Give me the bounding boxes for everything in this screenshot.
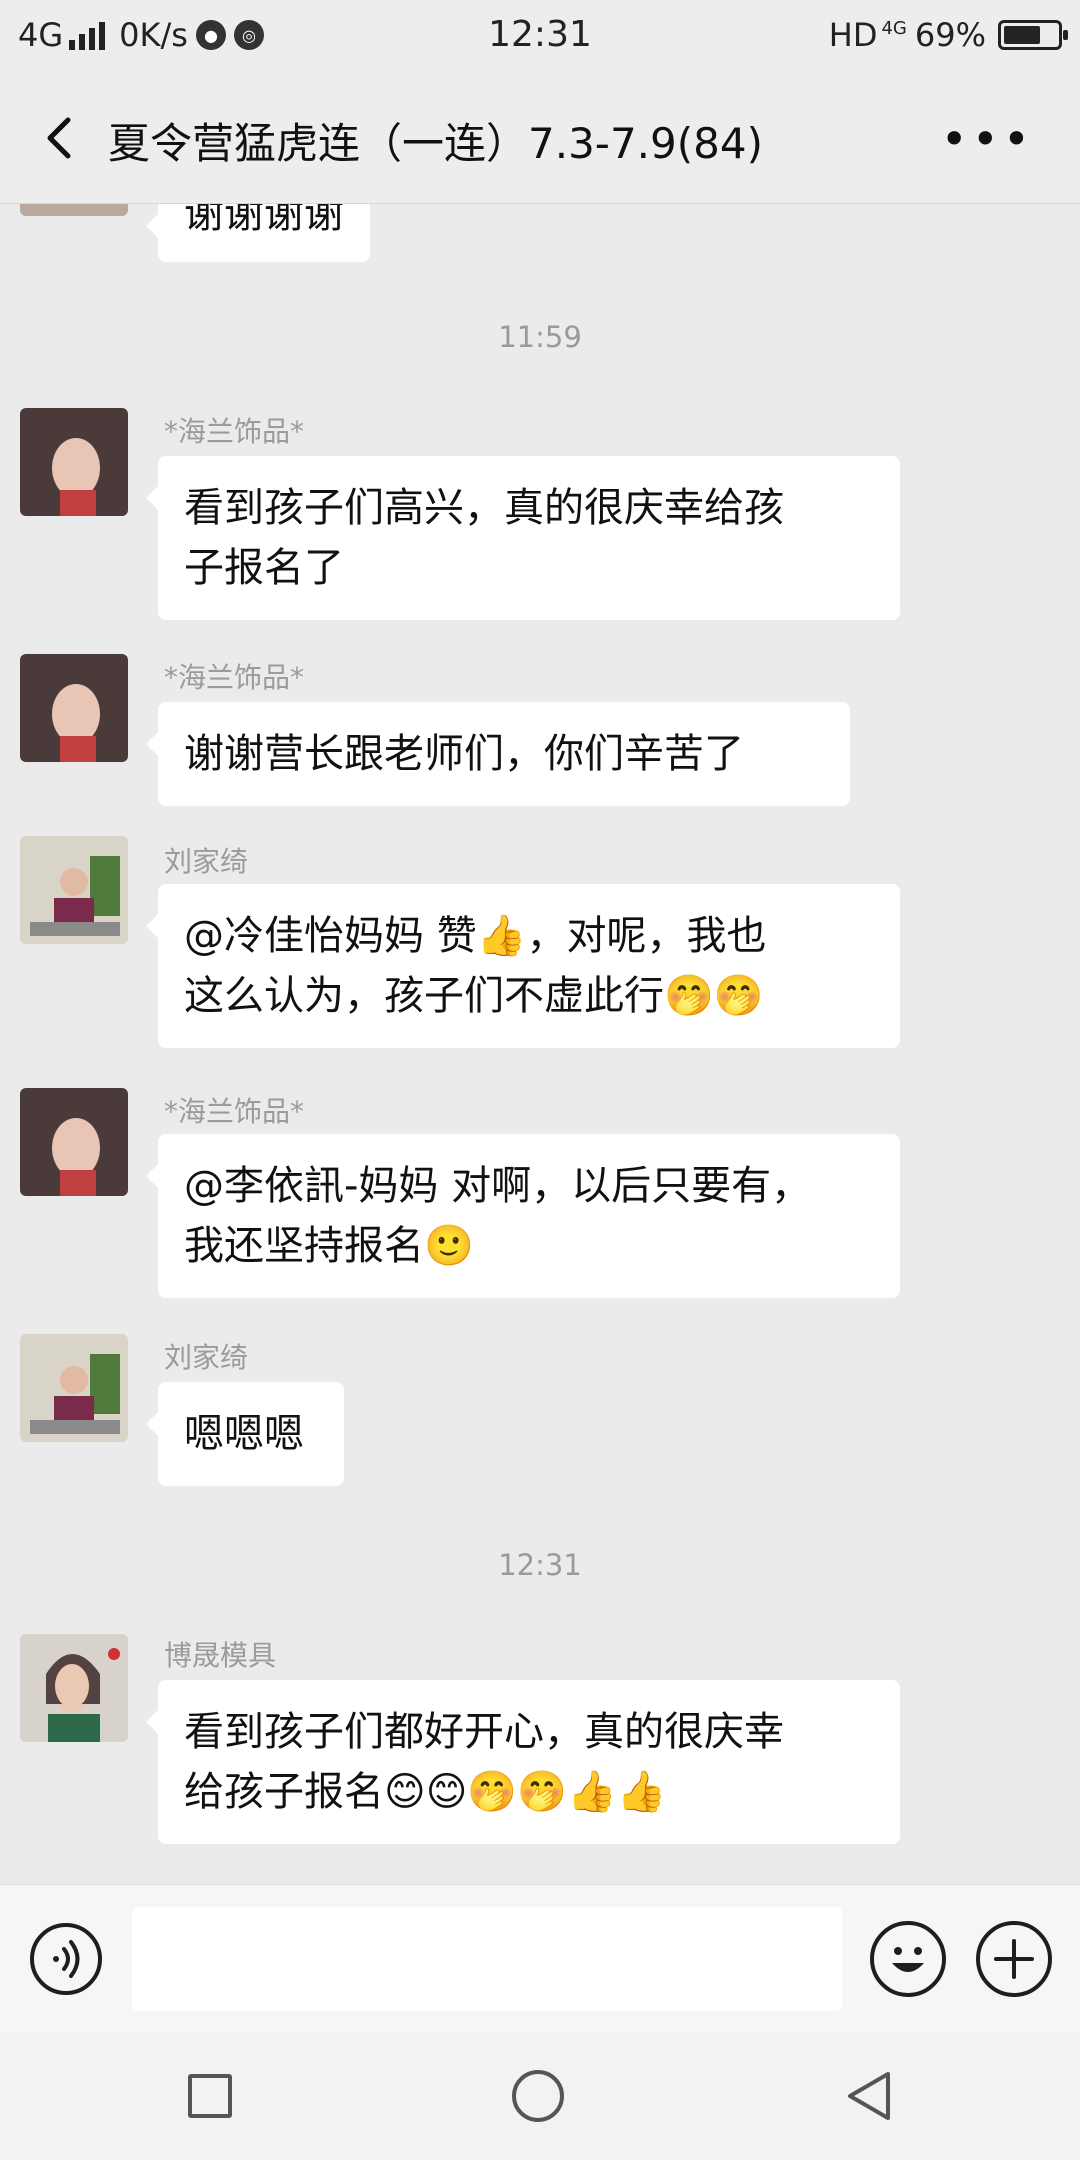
avatar[interactable] (20, 408, 128, 516)
voice-wave-icon (53, 1940, 80, 1978)
message-bubble[interactable]: 谢谢营长跟老师们，你们辛苦了 (146, 702, 850, 806)
avatar-image (20, 654, 128, 762)
timestamp: 12:31 (498, 1548, 582, 1582)
chat-header: 夏令营猛虎连（一连）7.3-7.9(84) ••• (0, 72, 1080, 204)
avatar-image (20, 1334, 128, 1442)
message-text-line: @冷佳怡妈妈 赞👍，对呢，我也 (184, 913, 767, 959)
avatar[interactable] (20, 654, 128, 762)
emoji-icon[interactable] (870, 1921, 946, 1997)
message-text-line: 我还坚持报名🙂 (184, 1223, 474, 1269)
message-text-line: 嗯嗯嗯 (184, 1411, 304, 1457)
message-text-line: 给孩子报名😊😊🤭🤭👍👍 (184, 1769, 667, 1815)
battery-icon (998, 20, 1068, 50)
plus-icon (994, 1939, 1034, 1979)
chat-title: 夏令营猛虎连（一连）7.3-7.9(84) (108, 119, 763, 168)
avatar[interactable] (20, 204, 128, 216)
avatar-image (20, 408, 128, 516)
back-arrow-icon[interactable] (34, 110, 90, 166)
message-text-line: 子报名了 (184, 545, 344, 591)
avatar-image (20, 836, 128, 944)
battery-percent: 69% (914, 16, 986, 54)
hd-network-label: 4G (881, 17, 907, 39)
avatar[interactable] (20, 1634, 128, 1742)
avatar[interactable] (20, 1334, 128, 1442)
hd-label: HD (828, 16, 878, 54)
sender-name: *海兰饰品* (164, 661, 305, 694)
avatar[interactable] (20, 836, 128, 944)
avatar-image (20, 1088, 128, 1196)
message-bubble-partial[interactable]: 谢谢谢谢 (146, 204, 370, 262)
recent-apps-button[interactable] (188, 2074, 232, 2118)
message-text-line: 看到孩子们都好开心，真的很庆幸 (184, 1709, 784, 1755)
status-bar: 4G 0K/s ● ◎ 12:31 HD 4G 69% (0, 0, 1080, 72)
battery-fill (1004, 26, 1040, 44)
status-right: HD 4G 69% (828, 16, 1068, 54)
message-input[interactable] (132, 1907, 842, 2011)
avatar[interactable] (20, 1088, 128, 1196)
navigation-bar (0, 2032, 1080, 2160)
avatar-image (20, 1634, 128, 1742)
home-button[interactable] (512, 2070, 564, 2122)
message-text-line: @李依訊-妈妈 对啊，以后只要有， (184, 1163, 812, 1209)
message-bubble[interactable]: 看到孩子们高兴，真的很庆幸给孩 子报名了 (146, 456, 900, 620)
message-text-line: 这么认为，孩子们不虚此行🤭🤭 (184, 973, 764, 1019)
message-bubble[interactable]: 看到孩子们都好开心，真的很庆幸 给孩子报名😊😊🤭🤭👍👍 (146, 1680, 900, 1844)
sender-name: 博晟模具 (164, 1639, 277, 1672)
input-bar (0, 1884, 1080, 2032)
voice-input-icon[interactable] (30, 1923, 102, 1995)
more-functions-icon[interactable] (976, 1921, 1052, 1997)
back-triangle-button[interactable] (842, 2068, 898, 2124)
message-text: 谢谢谢谢 (184, 204, 344, 237)
sender-name: *海兰饰品* (164, 1095, 305, 1128)
message-bubble[interactable]: @李依訊-妈妈 对啊，以后只要有， 我还坚持报名🙂 (146, 1134, 900, 1298)
sender-name: *海兰饰品* (164, 415, 305, 448)
chat-messages[interactable]: 谢谢谢谢 11:59 *海兰饰品* 看到孩子们高兴，真的很庆幸给孩 子报名了 *… (0, 204, 1080, 1884)
message-text-line: 看到孩子们高兴，真的很庆幸给孩 (184, 485, 784, 531)
sender-name: 刘家绮 (164, 845, 249, 878)
sender-name: 刘家绮 (164, 1341, 249, 1374)
message-bubble[interactable]: @冷佳怡妈妈 赞👍，对呢，我也 这么认为，孩子们不虚此行🤭🤭 (146, 884, 900, 1048)
message-text-line: 谢谢营长跟老师们，你们辛苦了 (184, 731, 744, 777)
more-options-icon[interactable]: ••• (941, 112, 1034, 166)
smiley-face-icon (892, 1947, 924, 1972)
message-bubble[interactable]: 嗯嗯嗯 (146, 1382, 344, 1486)
timestamp: 11:59 (498, 320, 582, 354)
